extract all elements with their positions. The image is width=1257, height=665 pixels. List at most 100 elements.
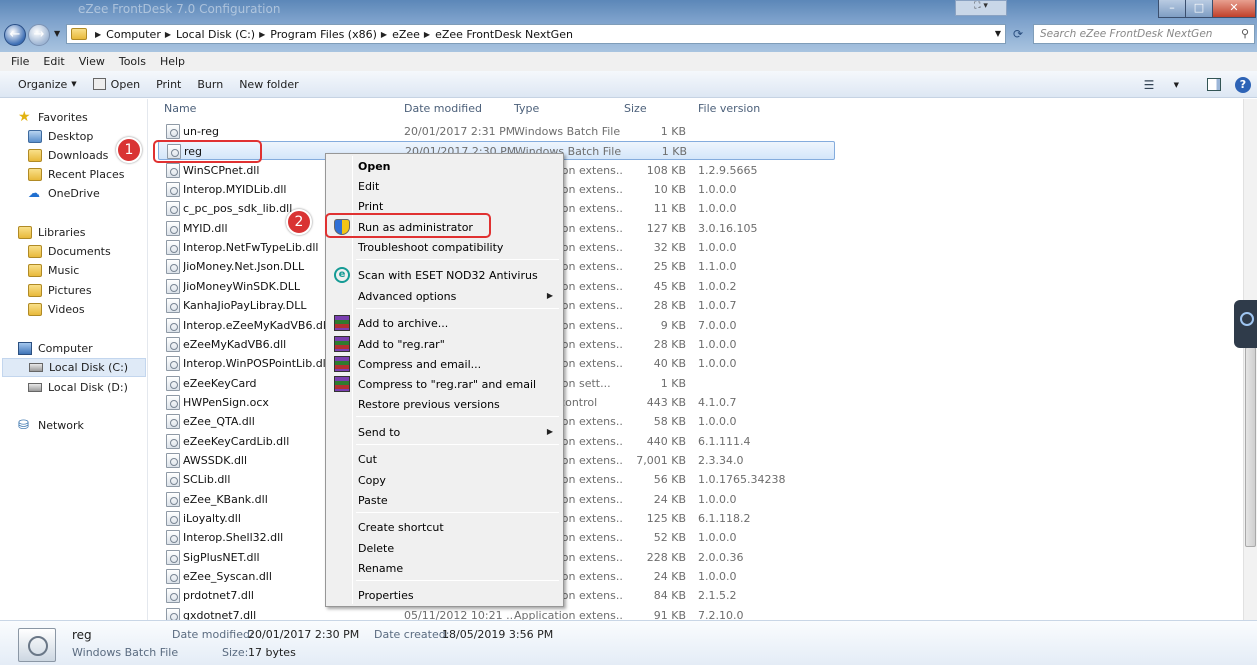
address-bar[interactable]: ▶ Computer ▶ Local Disk (C:) ▶ Program File…	[66, 24, 1006, 44]
help-icon[interactable]: ?	[1235, 76, 1251, 93]
ctx-properties[interactable]: Properties	[328, 585, 561, 605]
star-icon: ★	[18, 109, 31, 125]
file-version: 7.0.0.0	[698, 319, 737, 332]
details-created-value: 18/05/2019 3:56 PM	[442, 628, 554, 641]
ctx-copy[interactable]: Copy	[328, 470, 561, 490]
breadcrumb-ezee-frontdesk-nextgen[interactable]: ▶ eZee FrontDesk NextGen	[420, 28, 573, 41]
file-type-icon	[166, 414, 180, 429]
details-modified-label: Date modified:	[172, 628, 254, 641]
nav-favorites[interactable]: ★ Favorites	[18, 108, 165, 127]
side-widget-tab[interactable]	[1234, 300, 1257, 348]
nav-libraries[interactable]: Libraries	[18, 223, 165, 242]
burn-button[interactable]: Burn	[189, 78, 231, 91]
file-type-icon	[166, 201, 180, 216]
file-row[interactable]: un-reg 20/01/2017 2:31 PM Windows Batch Fi…	[158, 122, 835, 141]
ctx-open[interactable]: Open	[328, 156, 561, 176]
highlight-reg-file	[153, 140, 262, 163]
nav-videos[interactable]: Videos	[28, 300, 175, 319]
scrollbar-thumb[interactable]	[1245, 347, 1256, 547]
breadcrumb-local-disk-c[interactable]: ▶ Local Disk (C:)	[161, 28, 255, 41]
preview-pane-icon[interactable]	[1207, 78, 1221, 91]
file-version: 4.1.0.7	[698, 396, 737, 409]
menu-file[interactable]: File	[4, 55, 36, 68]
forward-button[interactable]: →	[28, 24, 50, 46]
title-bar: eZee FrontDesk 7.0 Configuration ⛶ ▾ – □…	[0, 0, 1257, 52]
file-version: 1.2.9.5665	[698, 164, 758, 177]
ctx-restore-previous-versions[interactable]: Restore previous versions	[328, 394, 561, 414]
ctx-edit[interactable]: Edit	[328, 176, 561, 196]
search-icon[interactable]: ⚲	[1241, 27, 1249, 40]
file-version: 2.1.5.2	[698, 589, 737, 602]
nav-recent-places[interactable]: Recent Places	[28, 165, 175, 184]
ctx-cut[interactable]: Cut	[328, 449, 561, 469]
minimize-button[interactable]: –	[1158, 0, 1186, 18]
step-two-badge: 2	[286, 209, 312, 235]
recent-pages-chevron-icon[interactable]: ▼	[54, 29, 60, 38]
menu-view[interactable]: View	[72, 55, 112, 68]
details-file-name: reg	[72, 628, 92, 642]
ctx-paste[interactable]: Paste	[328, 490, 561, 510]
ctx-rename[interactable]: Rename	[328, 558, 561, 578]
maximize-button[interactable]: □	[1185, 0, 1213, 18]
back-button[interactable]: ←	[4, 24, 26, 46]
column-header-version[interactable]: File version	[698, 102, 760, 115]
file-size: 127 KB	[646, 222, 686, 235]
network-icon: ⛁	[18, 418, 29, 433]
ctx-delete[interactable]: Delete	[328, 538, 561, 558]
view-options-chevron-icon[interactable]: ▼	[1162, 81, 1187, 89]
ctx-scan-eset[interactable]: e Scan with ESET NOD32 Antivirus	[328, 265, 561, 285]
window-snap-control[interactable]: ⛶ ▾	[955, 0, 1007, 16]
column-header-name[interactable]: Name	[164, 102, 196, 115]
menu-help[interactable]: Help	[153, 55, 192, 68]
open-button[interactable]: Open	[85, 78, 148, 91]
computer-icon	[18, 342, 32, 355]
file-size: 7,001 KB	[636, 454, 686, 467]
file-type-icon	[166, 376, 180, 391]
column-header-size[interactable]: Size	[624, 102, 647, 115]
ctx-send-to[interactable]: Send to ▶	[328, 422, 561, 442]
file-type-icon	[166, 356, 180, 371]
organize-button[interactable]: Organize ▼	[10, 78, 85, 91]
ctx-troubleshoot-compatibility[interactable]: Troubleshoot compatibility	[328, 237, 561, 257]
nav-network[interactable]: ⛁ Network	[18, 416, 165, 435]
ctx-add-to-archive[interactable]: Add to archive...	[328, 313, 561, 333]
ctx-create-shortcut[interactable]: Create shortcut	[328, 517, 561, 537]
file-type-icon	[166, 569, 180, 584]
nav-music[interactable]: Music	[28, 261, 175, 280]
address-history-chevron-icon[interactable]: ▼	[995, 29, 1001, 38]
breadcrumb-computer[interactable]: ▶ Computer	[91, 28, 161, 41]
highlight-run-as-admin	[325, 213, 491, 238]
breadcrumb-program-files[interactable]: ▶ Program Files (x86)	[255, 28, 377, 41]
search-input[interactable]: Search eZee FrontDesk NextGen ⚲	[1033, 24, 1255, 44]
drive-icon	[29, 363, 43, 372]
ctx-add-to-reg-rar[interactable]: Add to "reg.rar"	[328, 334, 561, 354]
file-type-icon	[166, 453, 180, 468]
column-header-date[interactable]: Date modified	[404, 102, 482, 115]
file-version: 1.0.0.0	[698, 415, 737, 428]
file-size: 45 KB	[653, 280, 686, 293]
nav-local-disk-c[interactable]: Local Disk (C:)	[2, 358, 146, 377]
column-header-type[interactable]: Type	[514, 102, 539, 115]
nav-local-disk-d[interactable]: Local Disk (D:)	[28, 378, 175, 397]
menu-edit[interactable]: Edit	[36, 55, 71, 68]
videos-icon	[28, 303, 42, 316]
nav-onedrive[interactable]: ☁ OneDrive	[28, 184, 175, 203]
vertical-scrollbar[interactable]	[1243, 99, 1257, 620]
breadcrumb-ezee[interactable]: ▶ eZee	[377, 28, 420, 41]
close-button[interactable]: ✕	[1212, 0, 1256, 18]
refresh-icon[interactable]: ⟳	[1008, 24, 1028, 44]
change-view-icon[interactable]: ☰	[1144, 78, 1160, 92]
ctx-separator	[356, 416, 559, 417]
menu-tools[interactable]: Tools	[112, 55, 153, 68]
ctx-compress-and-email[interactable]: Compress and email...	[328, 354, 561, 374]
print-button[interactable]: Print	[148, 78, 189, 91]
new-folder-button[interactable]: New folder	[231, 78, 306, 91]
file-size: 32 KB	[653, 241, 686, 254]
nav-documents[interactable]: Documents	[28, 242, 175, 261]
ctx-compress-rar-email[interactable]: Compress to "reg.rar" and email	[328, 374, 561, 394]
submenu-arrow-icon: ▶	[546, 291, 553, 300]
details-size-value: 17 bytes	[248, 646, 296, 659]
nav-pictures[interactable]: Pictures	[28, 281, 175, 300]
ctx-advanced-options[interactable]: Advanced options ▶	[328, 286, 561, 306]
nav-computer[interactable]: Computer	[18, 339, 165, 358]
